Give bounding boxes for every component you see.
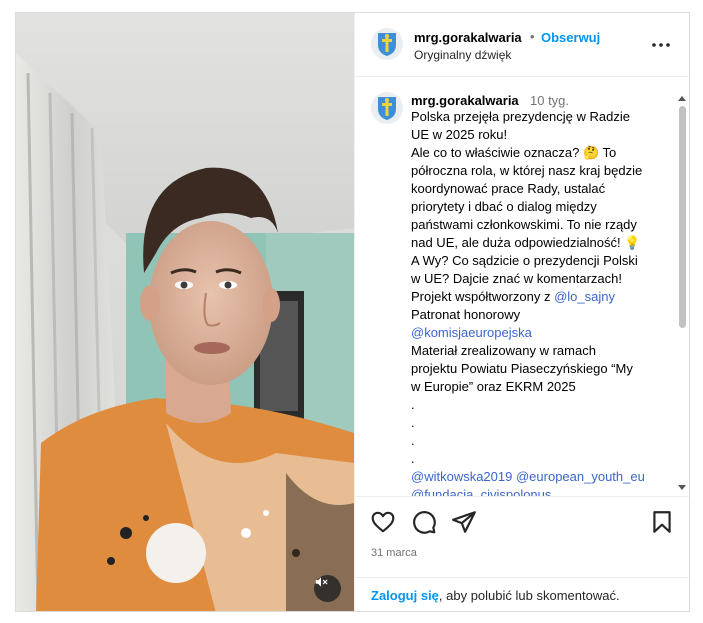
comment-bubble-icon[interactable] xyxy=(411,509,437,535)
coauthor-prefix: Projekt współtworzony z xyxy=(411,289,555,304)
post-caption: Polska przejęła prezydencję w Radzie UE … xyxy=(411,108,673,496)
follow-button[interactable]: Obserwuj xyxy=(541,30,600,45)
comment-timestamp[interactable]: 10 tyg. xyxy=(530,93,569,108)
post-side-panel: mrg.gorakalwaria • Obserwuj Oryginalny d… xyxy=(354,13,689,611)
dot-line: . xyxy=(411,451,415,466)
coauthor-line: Projekt współtworzony z @lo_sajny xyxy=(411,288,673,306)
post-actions: 31 marca Zaloguj się, aby polubić lub sk… xyxy=(355,496,689,611)
paper-plane-icon[interactable] xyxy=(451,509,477,535)
caption-line: państwami członkowskimi. To nie rządy xyxy=(411,217,637,232)
scrollbar-thumb[interactable] xyxy=(679,106,686,328)
login-prompt: Zaloguj się, aby polubić lub skomentować… xyxy=(355,577,689,611)
caption-line: koordynować prace Rady, ustalać xyxy=(411,181,606,196)
coat-of-arms-icon xyxy=(378,33,396,56)
caption-line: UE w 2025 roku! xyxy=(411,127,508,142)
caption-line: w UE? Dajcie znać w komentarzach! xyxy=(411,271,622,286)
mentions-line: @witkowska2019 @european_youth_eu xyxy=(411,468,673,486)
comments-section[interactable]: mrg.gorakalwaria 10 tyg. Polska przejęła… xyxy=(355,78,689,496)
coauthor-mention-link[interactable]: @lo_sajny xyxy=(554,289,615,304)
account-avatar[interactable] xyxy=(371,28,403,60)
post-header: mrg.gorakalwaria • Obserwuj Oryginalny d… xyxy=(355,13,689,77)
separator-dot: • xyxy=(530,29,535,44)
video-frame xyxy=(16,13,354,611)
login-link[interactable]: Zaloguj się xyxy=(371,588,439,603)
comment-avatar[interactable] xyxy=(371,92,403,124)
mention-link[interactable]: @witkowska2019 xyxy=(411,469,512,484)
speaker-muted-icon xyxy=(315,577,328,587)
coat-of-arms-icon xyxy=(378,97,396,120)
dot-line: . xyxy=(411,415,415,430)
video-player[interactable] xyxy=(16,13,354,611)
mention-link[interactable]: @fundacja_civispolonus xyxy=(411,486,673,496)
caption-line: Polska przejęła prezydencję w Radzie xyxy=(411,109,630,124)
project-line: w Europie” oraz EKRM 2025 xyxy=(411,379,576,394)
patronage-label: Patronat honorowy xyxy=(411,307,521,322)
header-username[interactable]: mrg.gorakalwaria xyxy=(414,30,522,45)
audio-label[interactable]: Oryginalny dźwięk xyxy=(414,48,511,62)
patronage-mention-link[interactable]: @komisjaeuropejska xyxy=(411,324,673,342)
login-prompt-text: , aby polubić lub skomentować. xyxy=(438,588,620,603)
instagram-post: mrg.gorakalwaria • Obserwuj Oryginalny d… xyxy=(15,12,690,612)
comment-username[interactable]: mrg.gorakalwaria xyxy=(411,93,519,108)
heart-icon[interactable] xyxy=(370,509,396,535)
project-line: projektu Powiatu Piaseczyńskiego “My xyxy=(411,361,633,376)
dot-line: . xyxy=(411,397,415,412)
scroll-down-arrow[interactable] xyxy=(678,485,686,490)
caption-line: priorytety i dbać o dialog między xyxy=(411,199,597,214)
project-line: Materiał zrealizowany w ramach xyxy=(411,343,596,358)
dot-line: . xyxy=(411,433,415,448)
mention-link[interactable]: @european_youth_eu xyxy=(516,469,645,484)
bookmark-icon[interactable] xyxy=(649,509,675,535)
more-horizontal-icon[interactable] xyxy=(651,35,671,55)
caption-line: półroczna rola, w której nasz kraj będzi… xyxy=(411,163,643,178)
caption-line: Ale co to właściwie oznacza? 🤔 To xyxy=(411,145,617,160)
mute-toggle-button[interactable] xyxy=(314,575,341,602)
caption-line: nad UE, ale duża odpowiedzialność! 💡 xyxy=(411,235,641,250)
post-date[interactable]: 31 marca xyxy=(371,547,417,559)
caption-line: A Wy? Co sądzicie o prezydencji Polski xyxy=(411,253,638,268)
scroll-up-arrow[interactable] xyxy=(678,96,686,101)
